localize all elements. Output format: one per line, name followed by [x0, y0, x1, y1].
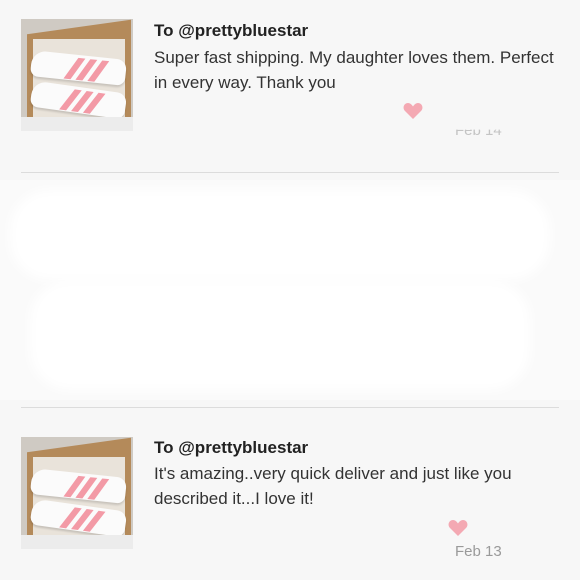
review-date: Feb 13	[455, 543, 502, 560]
heart-icon[interactable]	[403, 102, 423, 120]
review-recipient[interactable]: To @prettybluestar	[154, 21, 308, 41]
product-thumbnail[interactable]	[21, 437, 133, 549]
product-thumbnail[interactable]	[21, 19, 133, 131]
review-text: Super fast shipping. My daughter loves t…	[154, 48, 554, 92]
review-text: It's amazing..very quick deliver and jus…	[154, 464, 512, 508]
divider	[21, 172, 559, 173]
review-recipient[interactable]: To @prettybluestar	[154, 438, 308, 458]
heart-icon[interactable]	[448, 519, 468, 537]
obscured-review-area	[0, 180, 580, 400]
divider	[21, 407, 559, 408]
